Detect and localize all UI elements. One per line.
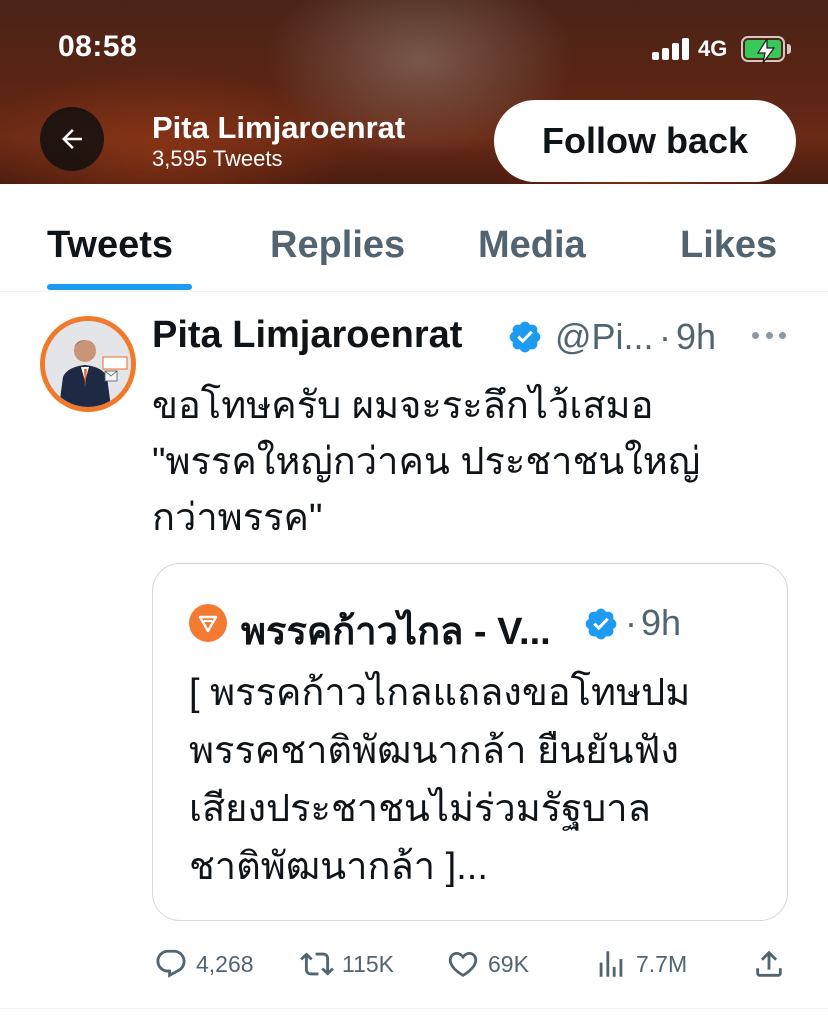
author-handle[interactable]: @Pi...	[555, 316, 654, 358]
battery-icon	[741, 36, 785, 63]
battery-cap	[787, 44, 791, 54]
tab-likes[interactable]: Likes	[680, 224, 777, 267]
view-count: 7.7M	[636, 950, 688, 977]
tab-media[interactable]: Media	[478, 224, 586, 267]
quoted-author-name: พรรคก้าวไกล - V...	[241, 611, 551, 653]
verified-badge-icon	[509, 321, 541, 353]
retweet-button[interactable]: 115K	[300, 946, 394, 982]
views-button[interactable]: 7.7M	[594, 946, 687, 982]
profile-banner: 08:58 4G Pita Limjaroenrat 3,595 Tweets …	[0, 0, 828, 184]
author-avatar[interactable]	[40, 316, 136, 412]
quoted-author-avatar	[189, 604, 227, 642]
tweet-time[interactable]: 9h	[676, 316, 716, 358]
active-tab-indicator	[47, 284, 192, 290]
tab-tweets[interactable]: Tweets	[47, 224, 173, 267]
like-button[interactable]: 69K	[446, 946, 529, 982]
profile-tabs: Tweets Replies Media Likes	[0, 184, 828, 292]
tweet-text: ขอโทษครับ ผมจะระลึกไว้เสมอ "พรรคใหญ่กว่า…	[152, 385, 701, 539]
divider	[0, 1008, 828, 1009]
avatar-photo	[45, 321, 131, 407]
separator-dot: ·	[625, 602, 637, 643]
more-options-icon[interactable]	[752, 320, 786, 350]
status-time: 08:58	[58, 30, 138, 63]
retweet-count: 115K	[342, 950, 395, 977]
tab-replies[interactable]: Replies	[270, 224, 405, 267]
quoted-tweet-time: 9h	[641, 602, 682, 643]
arrow-left-icon	[62, 129, 82, 149]
like-count: 69K	[488, 950, 529, 977]
share-button[interactable]	[752, 946, 786, 982]
heart-icon	[448, 951, 478, 977]
share-icon	[756, 950, 782, 977]
party-logo-icon	[198, 615, 218, 633]
verified-badge-icon	[585, 608, 617, 640]
reply-count: 4,268	[196, 950, 254, 977]
views-chart-icon	[599, 951, 623, 977]
retweet-icon	[300, 952, 334, 976]
tweet-count: 3,595 Tweets	[152, 146, 283, 171]
reply-button[interactable]: 4,268	[154, 946, 254, 982]
separator-dot: ·	[659, 316, 671, 357]
reply-icon	[156, 949, 186, 978]
follow-back-button[interactable]: Follow back	[494, 100, 796, 182]
back-button[interactable]	[40, 107, 104, 171]
quoted-tweet-text: [ พรรคก้าวไกลแถลงขอโทษปม พรรคชาติพัฒนากล…	[189, 672, 691, 888]
signal-icon	[652, 38, 692, 60]
network-type: 4G	[698, 36, 728, 61]
quoted-tweet[interactable]: พรรคก้าวไกล - V... · 9h [ พรรคก้าวไกลแถล…	[152, 563, 788, 921]
profile-name: Pita Limjaroenrat	[152, 110, 406, 145]
author-name[interactable]: Pita Limjaroenrat	[152, 314, 462, 357]
